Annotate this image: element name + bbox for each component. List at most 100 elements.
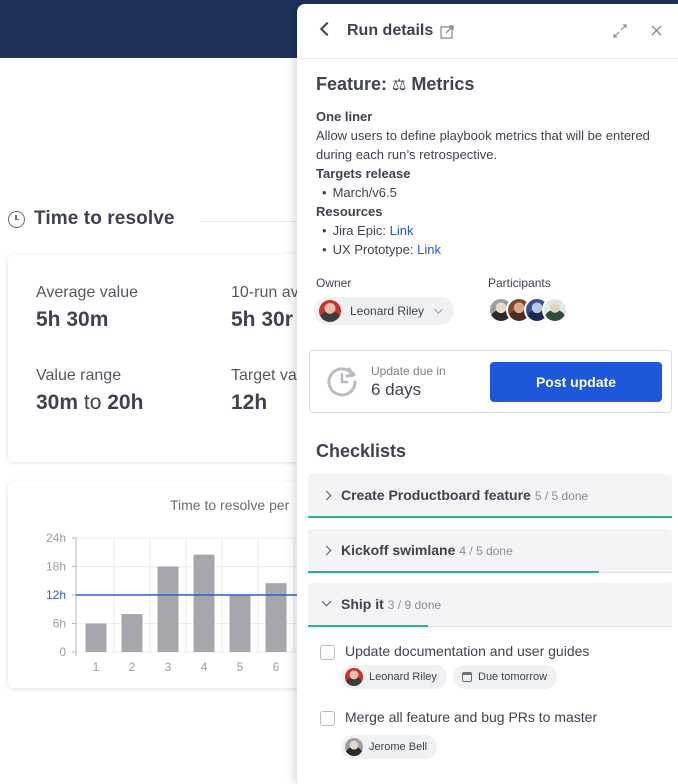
stat-value: 30m to 20h bbox=[36, 391, 143, 415]
stat-label: Target va bbox=[231, 367, 297, 384]
panel-header: Run details bbox=[297, 4, 678, 59]
range-to: 20h bbox=[107, 391, 144, 414]
section-title: Time to resolve bbox=[34, 208, 175, 229]
assignee-name: Jerome Bell bbox=[369, 741, 428, 753]
range-from: 30m bbox=[36, 391, 79, 414]
post-update-button[interactable]: Post update bbox=[490, 362, 662, 402]
progress-bar bbox=[308, 571, 600, 573]
bar bbox=[121, 614, 143, 652]
jira-epic-link[interactable]: Link bbox=[390, 223, 414, 238]
participants-avatars[interactable] bbox=[488, 297, 568, 323]
checklist-name: Ship it bbox=[341, 596, 384, 612]
targets-list: March/v6.5 bbox=[316, 183, 656, 202]
checklists-heading: Checklists bbox=[316, 441, 407, 461]
back-icon[interactable] bbox=[319, 21, 335, 37]
feature-title: Feature: ⚖ Metrics bbox=[316, 74, 474, 95]
update-status-box: Update due in 6 days Post update bbox=[309, 350, 672, 413]
resources-list: Jira Epic: Link UX Prototype: Link bbox=[316, 221, 656, 259]
scales-icon: ⚖ bbox=[392, 77, 407, 94]
x-tick-label: 4 bbox=[201, 660, 208, 674]
resources-heading: Resources bbox=[316, 204, 383, 219]
bar bbox=[229, 595, 251, 652]
owner-name: Leonard Riley bbox=[350, 304, 425, 318]
owner-selector[interactable]: Leonard Riley bbox=[314, 297, 454, 325]
stat-value: 5h 30m bbox=[36, 308, 109, 331]
checklist-header[interactable]: Ship it 3 / 9 done bbox=[308, 583, 672, 627]
panel-title: Run details bbox=[347, 22, 434, 39]
task-checkbox[interactable] bbox=[320, 711, 335, 726]
run-details-panel: Run details Feature: ⚖ Metrics One liner… bbox=[297, 4, 678, 784]
assignee-name: Leonard Riley bbox=[369, 671, 437, 683]
resource-label: UX Prototype: bbox=[332, 242, 418, 257]
checklist-count: 5 / 5 done bbox=[534, 489, 589, 503]
x-tick-label: 2 bbox=[129, 660, 136, 674]
chevron-right-icon bbox=[321, 490, 332, 501]
stats-card: Average value 5h 30m 10-run av 5h 30r Va… bbox=[8, 254, 308, 462]
assignee-chip[interactable]: Leonard Riley bbox=[341, 665, 447, 689]
stat-label: Value range bbox=[36, 367, 122, 384]
avatar bbox=[345, 738, 363, 756]
range-to-word: to bbox=[83, 391, 102, 414]
x-tick-label: 1 bbox=[93, 660, 100, 674]
stat-target: Target va 12h bbox=[231, 367, 297, 415]
y-tick-label: 18h bbox=[46, 560, 66, 574]
x-tick-label: 5 bbox=[237, 660, 244, 674]
stat-label: Average value bbox=[36, 284, 138, 301]
calendar-icon bbox=[462, 672, 472, 682]
x-tick-label: 6 bbox=[273, 660, 280, 674]
expand-icon[interactable] bbox=[613, 24, 627, 38]
checklist-header[interactable]: Kickoff swimlane 4 / 5 done bbox=[308, 529, 672, 573]
update-due-label: Update due in bbox=[371, 364, 446, 378]
one-liner-heading: One liner bbox=[316, 109, 373, 124]
clock-icon bbox=[8, 210, 25, 228]
stat-value-range: Value range 30m to 20h bbox=[36, 367, 143, 415]
list-item: UX Prototype: Link bbox=[322, 240, 656, 259]
bar bbox=[85, 623, 107, 652]
stat-average: Average value 5h 30m bbox=[36, 284, 138, 332]
due-date: Due tomorrow bbox=[478, 671, 548, 683]
assignee-chip[interactable]: Jerome Bell bbox=[341, 735, 438, 759]
task-text: Merge all feature and bug PRs to master bbox=[345, 709, 598, 725]
checklist-count: 4 / 5 done bbox=[459, 544, 513, 558]
checklist-name: Kickoff swimlane bbox=[341, 542, 456, 558]
task-checkbox[interactable] bbox=[320, 645, 335, 660]
section-header: Time to resolve bbox=[8, 208, 175, 230]
bar bbox=[193, 554, 215, 652]
bar bbox=[157, 566, 179, 652]
one-liner-text: Allow users to define playbook metrics t… bbox=[316, 128, 650, 162]
checklist-count: 3 / 9 done bbox=[387, 598, 442, 612]
update-due-value: 6 days bbox=[371, 380, 422, 399]
checklist-header[interactable]: Create Productboard feature 5 / 5 done bbox=[308, 474, 672, 518]
targets-heading: Targets release bbox=[316, 166, 411, 181]
chevron-down-icon bbox=[321, 596, 332, 607]
checklist-title: Kickoff swimlane 4 / 5 done bbox=[341, 542, 513, 558]
update-clock-icon bbox=[327, 367, 357, 397]
list-item: March/v6.5 bbox=[322, 183, 656, 202]
stat-value: 12h bbox=[231, 391, 268, 414]
run-description: One liner Allow users to define playbook… bbox=[316, 107, 656, 259]
stat-label: 10-run av bbox=[231, 284, 299, 301]
close-icon[interactable] bbox=[650, 24, 663, 37]
stat-10-run-average: 10-run av 5h 30r bbox=[231, 284, 299, 332]
ux-prototype-link[interactable]: Link bbox=[417, 242, 441, 257]
chart-card: Time to resolve per 0 6h 12h 18h 24h 1 2 3 4 5 6 bbox=[8, 482, 308, 688]
avatar bbox=[319, 300, 341, 322]
due-date-chip[interactable]: Due tomorrow bbox=[453, 665, 558, 689]
progress-bar bbox=[308, 625, 429, 627]
target-release: March/v6.5 bbox=[332, 185, 397, 200]
y-tick-label: 0 bbox=[59, 645, 66, 659]
bar-chart: 0 6h 12h 18h 24h 1 2 3 4 5 6 bbox=[46, 531, 308, 674]
resource-label: Jira Epic: bbox=[332, 223, 390, 238]
owner-label: Owner bbox=[316, 276, 352, 290]
divider bbox=[200, 221, 300, 222]
checklist-title: Ship it 3 / 9 done bbox=[341, 596, 441, 612]
y-tick-label: 12h bbox=[46, 588, 66, 602]
avatar bbox=[345, 668, 363, 686]
external-link-icon[interactable] bbox=[440, 25, 454, 39]
bar bbox=[265, 583, 287, 652]
progress-bar bbox=[308, 516, 672, 518]
participants-label: Participants bbox=[488, 276, 551, 290]
stat-value: 5h 30r bbox=[231, 308, 293, 331]
checklist-name: Create Productboard feature bbox=[341, 487, 531, 503]
checklist-title: Create Productboard feature 5 / 5 done bbox=[341, 487, 588, 503]
